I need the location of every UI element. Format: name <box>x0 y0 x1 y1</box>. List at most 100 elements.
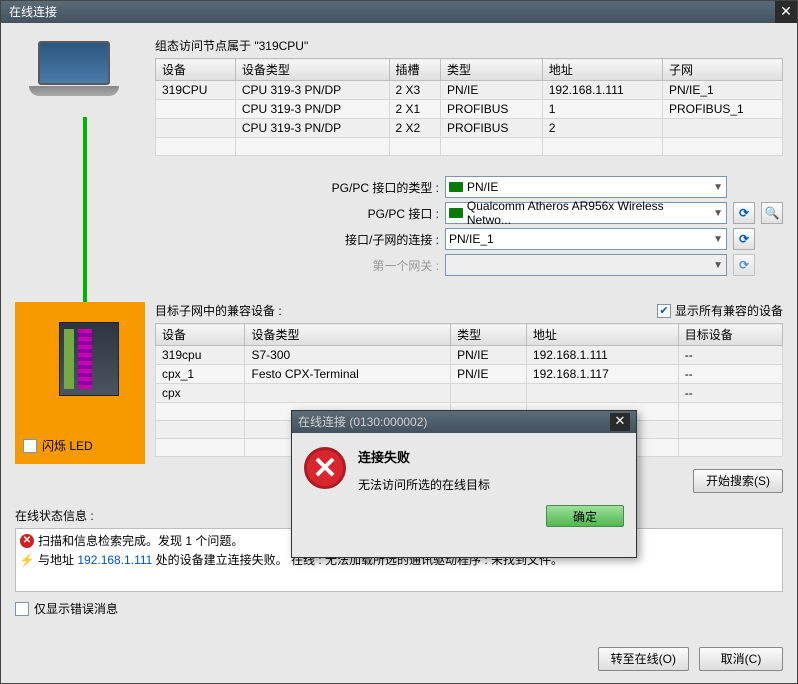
chevron-down-icon: ▼ <box>713 182 723 193</box>
td: cpx_1 <box>156 365 245 384</box>
only-errors-checkbox[interactable] <box>15 602 29 616</box>
if-select[interactable]: Qualcomm Atheros AR956x Wireless Netwo..… <box>445 202 727 224</box>
config-icon[interactable]: ⟳ <box>733 228 755 250</box>
dialog-close-icon[interactable]: ✕ <box>610 413 630 431</box>
td <box>451 384 527 403</box>
status-addr: 192.168.1.111 <box>77 553 152 567</box>
td: Festo CPX-Terminal <box>245 365 451 384</box>
show-all-checkbox[interactable] <box>657 304 671 318</box>
td: CPU 319-3 PN/DP <box>235 119 389 138</box>
cancel-button[interactable]: 取消(C) <box>699 647 783 671</box>
th: 设备 <box>156 324 245 346</box>
conn-select[interactable]: PN/IE_1 ▼ <box>445 228 727 250</box>
td <box>156 421 245 439</box>
td <box>156 119 236 138</box>
table-row[interactable]: 319cpu S7-300 PN/IE 192.168.1.111 -- <box>156 346 783 365</box>
table-row[interactable]: cpx -- <box>156 384 783 403</box>
window-title: 在线连接 <box>9 5 57 19</box>
close-icon[interactable]: ✕ <box>775 1 797 23</box>
td: 2 X2 <box>389 119 441 138</box>
td: PN/IE <box>451 346 527 365</box>
th: 地址 <box>542 59 662 81</box>
conn-label: 接口/子网的连接 : <box>289 231 439 248</box>
t: 与地址 <box>38 553 77 567</box>
td <box>156 439 245 457</box>
td: PN/IE <box>441 81 543 100</box>
dialog-message: 无法访问所选的在线目标 <box>358 476 490 493</box>
td: 2 X1 <box>389 100 441 119</box>
td <box>156 403 245 421</box>
td <box>156 100 236 119</box>
start-search-button[interactable]: 开始搜索(S) <box>693 469 783 493</box>
th: 类型 <box>441 59 543 81</box>
plc-icon <box>59 322 119 396</box>
gw-select: ▼ <box>445 254 727 276</box>
config-caption: 组态访问节点属于 "319CPU" <box>155 37 783 54</box>
td: 319CPU <box>156 81 236 100</box>
if-type-select[interactable]: PN/IE ▼ <box>445 176 727 198</box>
if-label: PG/PC 接口 : <box>289 205 439 222</box>
td: 192.168.1.111 <box>542 81 662 100</box>
th: 地址 <box>526 324 678 346</box>
conn-value: PN/IE_1 <box>449 232 494 246</box>
td: 192.168.1.111 <box>526 346 678 365</box>
th: 目标设备 <box>678 324 782 346</box>
connection-error-icon: ⚡ <box>20 553 34 567</box>
device-panel: 闪烁 LED <box>15 302 145 464</box>
td: -- <box>678 365 782 384</box>
th: 设备类型 <box>245 324 451 346</box>
td: 319cpu <box>156 346 245 365</box>
error-icon: ✕ <box>304 447 346 489</box>
flash-led-checkbox[interactable] <box>23 439 37 453</box>
td: PROFIBUS <box>441 100 543 119</box>
td: PROFIBUS <box>441 119 543 138</box>
go-online-button[interactable]: 转至在线(O) <box>598 647 689 671</box>
dialog-heading: 连接失败 <box>358 447 490 466</box>
th: 类型 <box>451 324 527 346</box>
network-icon <box>449 182 463 192</box>
td: -- <box>678 346 782 365</box>
chevron-down-icon: ▼ <box>713 260 723 271</box>
td: 2 <box>542 119 662 138</box>
dialog-title: 在线连接 (0130:000002) <box>298 411 427 433</box>
th: 设备 <box>156 59 236 81</box>
chevron-down-icon: ▼ <box>713 208 723 219</box>
only-errors-label: 仅显示错误消息 <box>34 600 118 617</box>
error-dialog: 在线连接 (0130:000002) ✕ ✕ 连接失败 无法访问所选的在线目标 … <box>291 410 637 558</box>
if-type-label: PG/PC 接口的类型 : <box>289 179 439 196</box>
td: cpx <box>156 384 245 403</box>
adapter-icon <box>449 208 463 218</box>
chevron-down-icon: ▼ <box>713 234 723 245</box>
flash-led-label: 闪烁 LED <box>42 437 93 454</box>
status-text: 扫描和信息检索完成。发现 1 个问题。 <box>38 532 243 549</box>
if-value: Qualcomm Atheros AR956x Wireless Netwo..… <box>467 199 709 227</box>
table-row[interactable]: cpx_1 Festo CPX-Terminal PN/IE 192.168.1… <box>156 365 783 384</box>
td: 192.168.1.117 <box>526 365 678 384</box>
title-bar: 在线连接 ✕ <box>1 1 797 23</box>
td <box>245 384 451 403</box>
show-all-label: 显示所有兼容的设备 <box>675 302 783 319</box>
td: CPU 319-3 PN/DP <box>235 100 389 119</box>
td <box>156 138 236 156</box>
td: 2 X3 <box>389 81 441 100</box>
th: 插槽 <box>389 59 441 81</box>
if-type-value: PN/IE <box>467 180 498 194</box>
td: PN/IE <box>451 365 527 384</box>
compat-caption: 目标子网中的兼容设备 : <box>155 302 282 319</box>
td: S7-300 <box>245 346 451 365</box>
td <box>663 119 783 138</box>
td: PN/IE_1 <box>663 81 783 100</box>
td: CPU 319-3 PN/DP <box>235 81 389 100</box>
td: PROFIBUS_1 <box>663 100 783 119</box>
config-table: 设备 设备类型 插槽 类型 地址 子网 319CPU CPU 319-3 PN/… <box>155 58 783 156</box>
error-icon: ✕ <box>20 534 34 548</box>
dialog-ok-button[interactable]: 确定 <box>546 505 624 527</box>
gw-label: 第一个网关 : <box>289 257 439 274</box>
td: -- <box>678 384 782 403</box>
search-icon[interactable]: 🔍 <box>761 202 783 224</box>
th: 设备类型 <box>235 59 389 81</box>
config-icon: ⟳ <box>733 254 755 276</box>
config-icon[interactable]: ⟳ <box>733 202 755 224</box>
laptop-icon <box>29 41 119 101</box>
td: 1 <box>542 100 662 119</box>
